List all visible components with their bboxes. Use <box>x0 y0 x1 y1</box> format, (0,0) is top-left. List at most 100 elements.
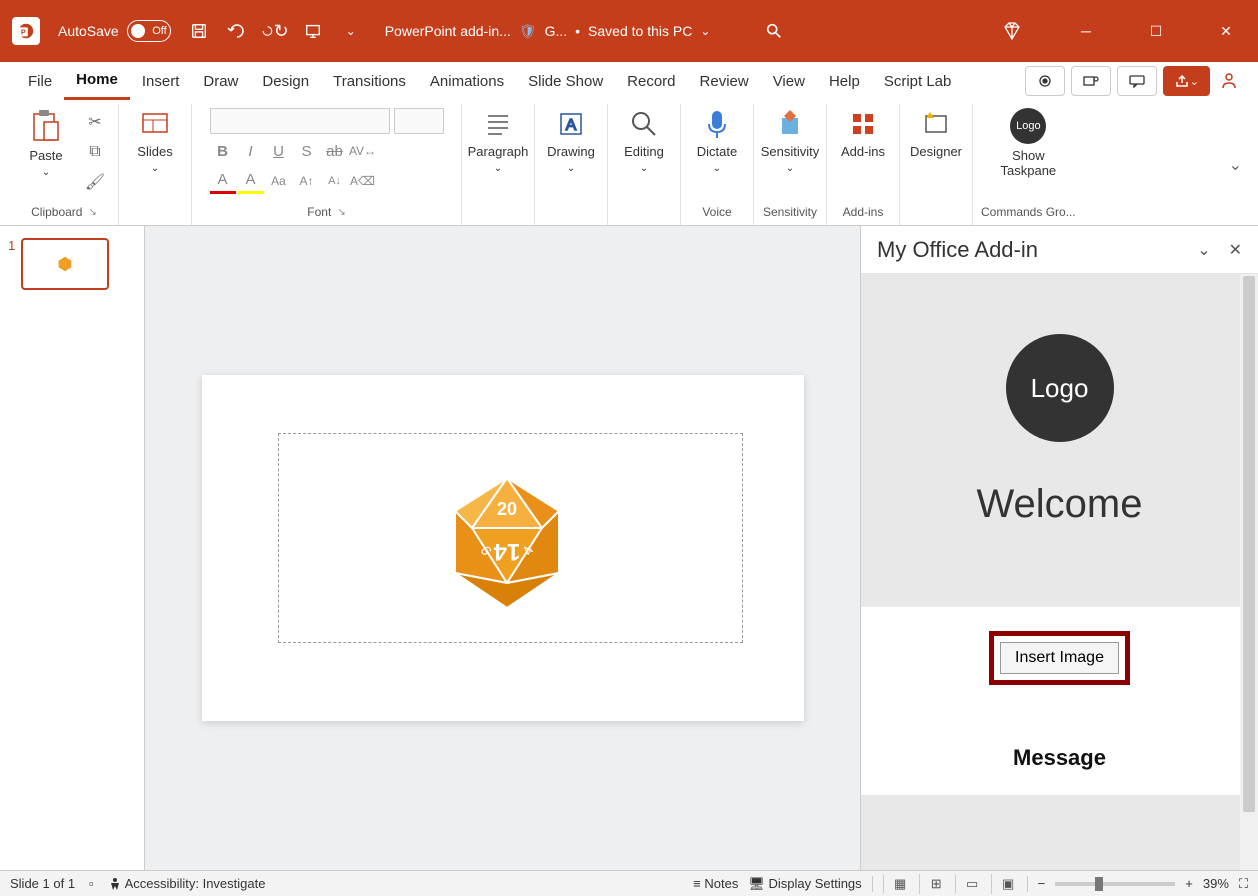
format-painter-icon[interactable]: 🖌 <box>80 168 110 196</box>
tab-draw[interactable]: Draw <box>191 62 250 100</box>
paste-button[interactable]: Paste ⌄ <box>18 108 74 178</box>
tab-view[interactable]: View <box>761 62 817 100</box>
account-icon[interactable] <box>1216 71 1242 91</box>
autosave-toggle[interactable]: AutoSave Off <box>58 20 171 42</box>
ribbon: Paste ⌄ ✂ ⧉ 🖌 Clipboard ↘ Slides ⌄ <box>0 100 1258 226</box>
italic-button[interactable]: I <box>238 138 264 164</box>
group-designer: Designer <box>900 104 973 225</box>
cut-icon[interactable]: ✂ <box>80 108 110 136</box>
tab-home[interactable]: Home <box>64 62 130 100</box>
editing-button[interactable]: Editing⌄ <box>616 108 672 174</box>
sensitivity-button[interactable]: Sensitivity⌄ <box>762 108 818 174</box>
ribbon-collapse-icon[interactable]: ⌄ <box>1229 155 1248 175</box>
close-button[interactable]: ✕ <box>1206 16 1246 46</box>
insert-image-button[interactable]: Insert Image <box>1000 642 1119 674</box>
taskpane: My Office Add-in ⌄ ✕ Logo Welcome Insert… <box>860 226 1258 870</box>
slides-button[interactable]: Slides ⌄ <box>127 108 183 174</box>
fit-window-icon[interactable]: ⛶ <box>1239 876 1248 892</box>
search-icon[interactable] <box>760 17 788 45</box>
present-icon[interactable] <box>299 17 327 45</box>
taskpane-scrollbar[interactable] <box>1240 274 1258 870</box>
main-area: 1 20 14 6 4 <box>0 226 1258 870</box>
sensitivity-short: G... <box>545 23 568 39</box>
taskpane-welcome: Welcome <box>861 482 1258 527</box>
slide-counter[interactable]: Slide 1 of 1 <box>10 876 75 891</box>
addins-button[interactable]: Add-ins <box>835 108 891 159</box>
tab-design[interactable]: Design <box>250 62 321 100</box>
show-taskpane-button[interactable]: Logo Show Taskpane <box>988 108 1068 178</box>
camera-button[interactable] <box>1025 66 1065 96</box>
tab-record[interactable]: Record <box>615 62 687 100</box>
zoom-slider[interactable] <box>1055 882 1175 886</box>
tab-file[interactable]: File <box>16 62 64 100</box>
strike-button[interactable]: ab <box>322 138 348 164</box>
qat-more-icon[interactable]: ⌄ <box>337 17 365 45</box>
drawing-button[interactable]: A Drawing⌄ <box>543 108 599 174</box>
sensitivity-shield-icon: 🛡 <box>519 23 537 40</box>
paragraph-button[interactable]: Paragraph⌄ <box>470 108 526 174</box>
taskpane-dropdown-icon[interactable]: ⌄ <box>1197 240 1210 260</box>
zoom-level[interactable]: 39% <box>1203 876 1229 891</box>
undo-icon[interactable] <box>223 17 251 45</box>
font-name-input[interactable] <box>210 108 390 134</box>
status-bar: Slide 1 of 1 ▫ Accessibility: Investigat… <box>0 870 1258 896</box>
tab-help[interactable]: Help <box>817 62 872 100</box>
taskpane-title: My Office Add-in <box>877 237 1038 263</box>
font-dialog-icon[interactable]: ↘ <box>337 207 345 218</box>
bold-button[interactable]: B <box>210 138 236 164</box>
clear-format-button[interactable]: A⌫ <box>350 168 376 194</box>
normal-view-icon[interactable]: ▦ <box>883 874 909 894</box>
highlight-button[interactable]: A <box>238 168 264 194</box>
tab-scriptlab[interactable]: Script Lab <box>872 62 964 100</box>
underline-button[interactable]: U <box>266 138 292 164</box>
tab-animations[interactable]: Animations <box>418 62 516 100</box>
current-slide[interactable]: 20 14 6 4 <box>202 375 804 721</box>
slide-thumbnail[interactable]: 1 <box>8 238 136 290</box>
font-color-button[interactable]: A <box>210 168 236 194</box>
document-name: PowerPoint add-in... <box>385 23 511 39</box>
redo-icon[interactable]: ↻ <box>261 17 289 45</box>
group-editing: Editing⌄ <box>608 104 681 225</box>
save-icon[interactable] <box>185 17 213 45</box>
group-font: B I U S ab AV↔ A A Aa A↑ A↓ A⌫ Font ↘ <box>192 104 462 225</box>
font-size-input[interactable] <box>394 108 444 134</box>
app-icon: P <box>12 17 40 45</box>
spacing-button[interactable]: AV↔ <box>350 138 376 164</box>
d20-dice-icon: 20 14 6 4 <box>447 473 567 613</box>
maximize-button[interactable]: ☐ <box>1136 16 1176 46</box>
svg-text:P: P <box>21 28 26 37</box>
sorter-view-icon[interactable]: ⊞ <box>919 874 945 894</box>
tab-slideshow[interactable]: Slide Show <box>516 62 615 100</box>
grow-font-button[interactable]: A↑ <box>294 168 320 194</box>
save-status-dropdown-icon[interactable]: ⌄ <box>700 24 710 38</box>
shrink-font-button[interactable]: A↓ <box>322 168 348 194</box>
copy-icon[interactable]: ⧉ <box>80 138 110 166</box>
reading-view-icon[interactable]: ▭ <box>955 874 981 894</box>
tab-insert[interactable]: Insert <box>130 62 192 100</box>
group-voice: Dictate⌄ Voice <box>681 104 754 225</box>
display-settings-button[interactable]: 🖥 Display Settings <box>748 876 861 892</box>
taskpane-header: My Office Add-in ⌄ ✕ <box>861 226 1258 274</box>
zoom-in-button[interactable]: + <box>1185 876 1193 891</box>
teams-button[interactable] <box>1071 66 1111 96</box>
clipboard-dialog-icon[interactable]: ↘ <box>88 207 96 218</box>
shadow-button[interactable]: S <box>294 138 320 164</box>
diamond-icon[interactable] <box>998 17 1026 45</box>
insert-image-highlight: Insert Image <box>989 631 1130 685</box>
comments-button[interactable] <box>1117 66 1157 96</box>
slide-editor[interactable]: 20 14 6 4 <box>145 226 860 870</box>
slideshow-view-icon[interactable]: ▣ <box>991 874 1017 894</box>
accessibility-status-icon[interactable]: ▫ <box>89 876 94 891</box>
share-button[interactable]: ⌄ <box>1163 66 1210 96</box>
dictate-button[interactable]: Dictate⌄ <box>689 108 745 174</box>
accessibility-check[interactable]: Accessibility: Investigate <box>108 876 266 892</box>
taskpane-logo: Logo <box>1006 334 1114 442</box>
tab-transitions[interactable]: Transitions <box>321 62 418 100</box>
zoom-out-button[interactable]: − <box>1038 876 1046 891</box>
change-case-button[interactable]: Aa <box>266 168 292 194</box>
designer-button[interactable]: Designer <box>908 108 964 159</box>
minimize-button[interactable]: ─ <box>1066 16 1106 46</box>
tab-review[interactable]: Review <box>688 62 761 100</box>
taskpane-close-icon[interactable]: ✕ <box>1229 240 1242 260</box>
notes-button[interactable]: ≡ Notes <box>693 876 738 891</box>
